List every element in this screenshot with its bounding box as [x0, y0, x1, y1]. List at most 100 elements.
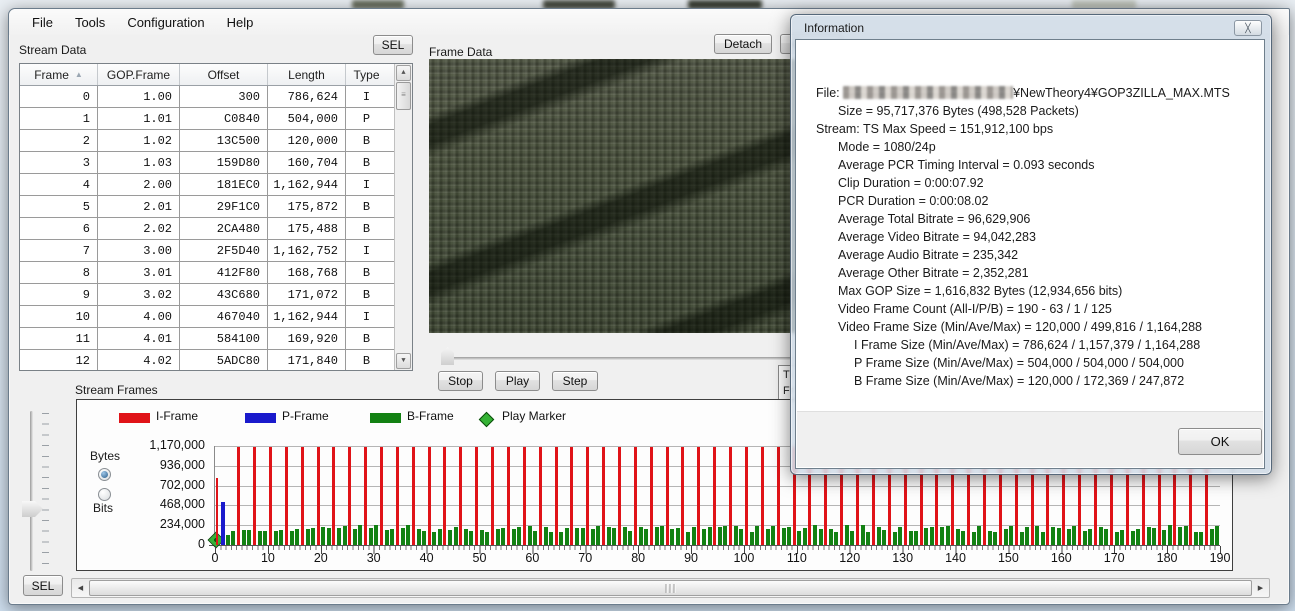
scroll-thumb[interactable]: ≡: [396, 82, 411, 110]
chart-bar-B: [385, 530, 389, 545]
video-slider-thumb[interactable]: [441, 347, 454, 365]
table-cell: B: [346, 328, 387, 349]
video-position-slider[interactable]: [441, 357, 793, 360]
chart-bar-B: [834, 532, 838, 545]
play-marker-legend-icon: [479, 412, 495, 428]
table-body[interactable]: 01.00300786,624I11.01C0840504,000P21.021…: [20, 86, 395, 371]
table-row[interactable]: 31.03159D80160,704B: [20, 152, 395, 174]
chart-bar-B: [369, 528, 373, 545]
chart-bar-B: [655, 527, 659, 545]
chart-bar-B: [829, 529, 833, 545]
chart-bar-B: [1004, 529, 1008, 545]
chart-bar-B: [501, 528, 505, 545]
table-cell: 159D80: [180, 152, 268, 173]
chart-bar-B: [893, 532, 897, 545]
chart-bar-B: [1067, 529, 1071, 545]
stream-data-table[interactable]: Frame▲GOP.FrameOffsetLengthType 01.00300…: [19, 63, 413, 371]
table-cell: 1,162,752: [268, 240, 346, 261]
bits-radio[interactable]: [98, 488, 111, 501]
scroll-up-icon[interactable]: ▲: [396, 65, 411, 81]
info-dialog: Information ╳ File: ¥NewTheory4¥GOP3ZILL…: [790, 14, 1272, 475]
table-row[interactable]: 01.00300786,624I: [20, 86, 395, 108]
table-row[interactable]: 114.01584100169,920B: [20, 328, 395, 350]
table-header-row[interactable]: Frame▲GOP.FrameOffsetLengthType: [20, 64, 395, 86]
table-cell: 120,000: [268, 130, 346, 151]
header-cell-gop-frame[interactable]: GOP.Frame: [98, 64, 180, 85]
chart-bar-B: [882, 530, 886, 545]
chart-bar-I: [475, 447, 478, 545]
header-cell-frame[interactable]: Frame▲: [20, 64, 98, 85]
table-row[interactable]: 11.01C0840504,000P: [20, 108, 395, 130]
table-row[interactable]: 52.0129F1C0175,872B: [20, 196, 395, 218]
detach-button[interactable]: Detach: [714, 34, 772, 54]
table-cell: P: [346, 108, 387, 129]
chart-bar-B: [353, 529, 357, 545]
x-axis-label: 80: [618, 551, 658, 565]
dialog-text: File: ¥NewTheory4¥GOP3ZILLA_MAX.MTSSize …: [816, 84, 1230, 390]
dialog-content: File: ¥NewTheory4¥GOP3ZILLA_MAX.MTSSize …: [795, 39, 1265, 469]
chart-bar-B: [358, 525, 362, 545]
table-row[interactable]: 62.022CA480175,488B: [20, 218, 395, 240]
table-cell: B: [346, 350, 387, 371]
table-row[interactable]: 124.025ADC80171,840B: [20, 350, 395, 371]
table-vscrollbar[interactable]: ▲ ≡ ▼: [394, 64, 412, 370]
chart-bar-B: [914, 531, 918, 545]
sel-button-top[interactable]: SEL: [373, 35, 413, 55]
table-cell: 171,072: [268, 284, 346, 305]
scroll-down-icon[interactable]: ▼: [396, 353, 411, 369]
stop-button[interactable]: Stop: [438, 371, 483, 391]
step-button[interactable]: Step: [552, 371, 598, 391]
chart-bar-B: [448, 530, 452, 545]
chart-hscrollbar[interactable]: ◀ ▶: [71, 578, 1270, 598]
chart-bar-B: [988, 531, 992, 545]
zoom-slider-thumb[interactable]: [22, 501, 43, 517]
chart-bar-B: [512, 529, 516, 545]
chart-bar-B: [866, 532, 870, 545]
table-row[interactable]: 73.002F5D401,162,752I: [20, 240, 395, 262]
chart-bar-B: [607, 527, 611, 545]
chart-bar-B: [956, 529, 960, 545]
table-cell: 160,704: [268, 152, 346, 173]
table-row[interactable]: 21.0213C500120,000B: [20, 130, 395, 152]
chart-bar-B: [337, 528, 341, 545]
dialog-line: B Frame Size (Min/Ave/Max) = 120,000 / 1…: [816, 372, 1230, 390]
chart-bar-B: [1099, 527, 1103, 545]
table-cell: 171,840: [268, 350, 346, 371]
header-cell-offset[interactable]: Offset: [180, 64, 268, 85]
zoom-slider-ticks: [42, 413, 49, 571]
scroll-right-icon[interactable]: ▶: [1253, 580, 1268, 596]
header-cell-type[interactable]: Type: [346, 64, 387, 85]
x-axis-label: 190: [1200, 551, 1240, 565]
zoom-slider-track[interactable]: [30, 411, 33, 571]
dialog-title: Information: [804, 21, 864, 35]
bytes-radio[interactable]: [98, 468, 111, 481]
chart-bar-I: [396, 447, 399, 545]
table-row[interactable]: 42.00181EC01,162,944I: [20, 174, 395, 196]
hscroll-thumb[interactable]: [89, 580, 1252, 596]
ok-button[interactable]: OK: [1178, 428, 1262, 455]
table-cell: 1: [20, 108, 98, 129]
table-row[interactable]: 83.01412F80168,768B: [20, 262, 395, 284]
dialog-close-button[interactable]: ╳: [1234, 20, 1262, 36]
chart-bar-I: [459, 447, 462, 545]
play-button[interactable]: Play: [495, 371, 540, 391]
chart-bar-B: [1136, 529, 1140, 545]
chart-bar-B: [1152, 528, 1156, 545]
sort-up-icon: ▲: [75, 70, 83, 79]
menu-item-file[interactable]: File: [21, 12, 64, 33]
menu-item-help[interactable]: Help: [216, 12, 265, 33]
table-cell: B: [346, 152, 387, 173]
scroll-left-icon[interactable]: ◀: [73, 580, 88, 596]
table-cell: 2.02: [98, 218, 180, 239]
table-row[interactable]: 104.004670401,162,944I: [20, 306, 395, 328]
header-cell-length[interactable]: Length: [268, 64, 346, 85]
chart-bar-I: [634, 447, 637, 545]
chart-bar-B: [559, 532, 563, 545]
menu-item-configuration[interactable]: Configuration: [116, 12, 215, 33]
chart-bar-B: [231, 531, 235, 545]
sel-button-bottom[interactable]: SEL: [23, 575, 63, 596]
table-cell: 1.01: [98, 108, 180, 129]
dialog-line: Video Frame Size (Min/Ave/Max) = 120,000…: [816, 318, 1230, 336]
menu-item-tools[interactable]: Tools: [64, 12, 116, 33]
table-row[interactable]: 93.0243C680171,072B: [20, 284, 395, 306]
